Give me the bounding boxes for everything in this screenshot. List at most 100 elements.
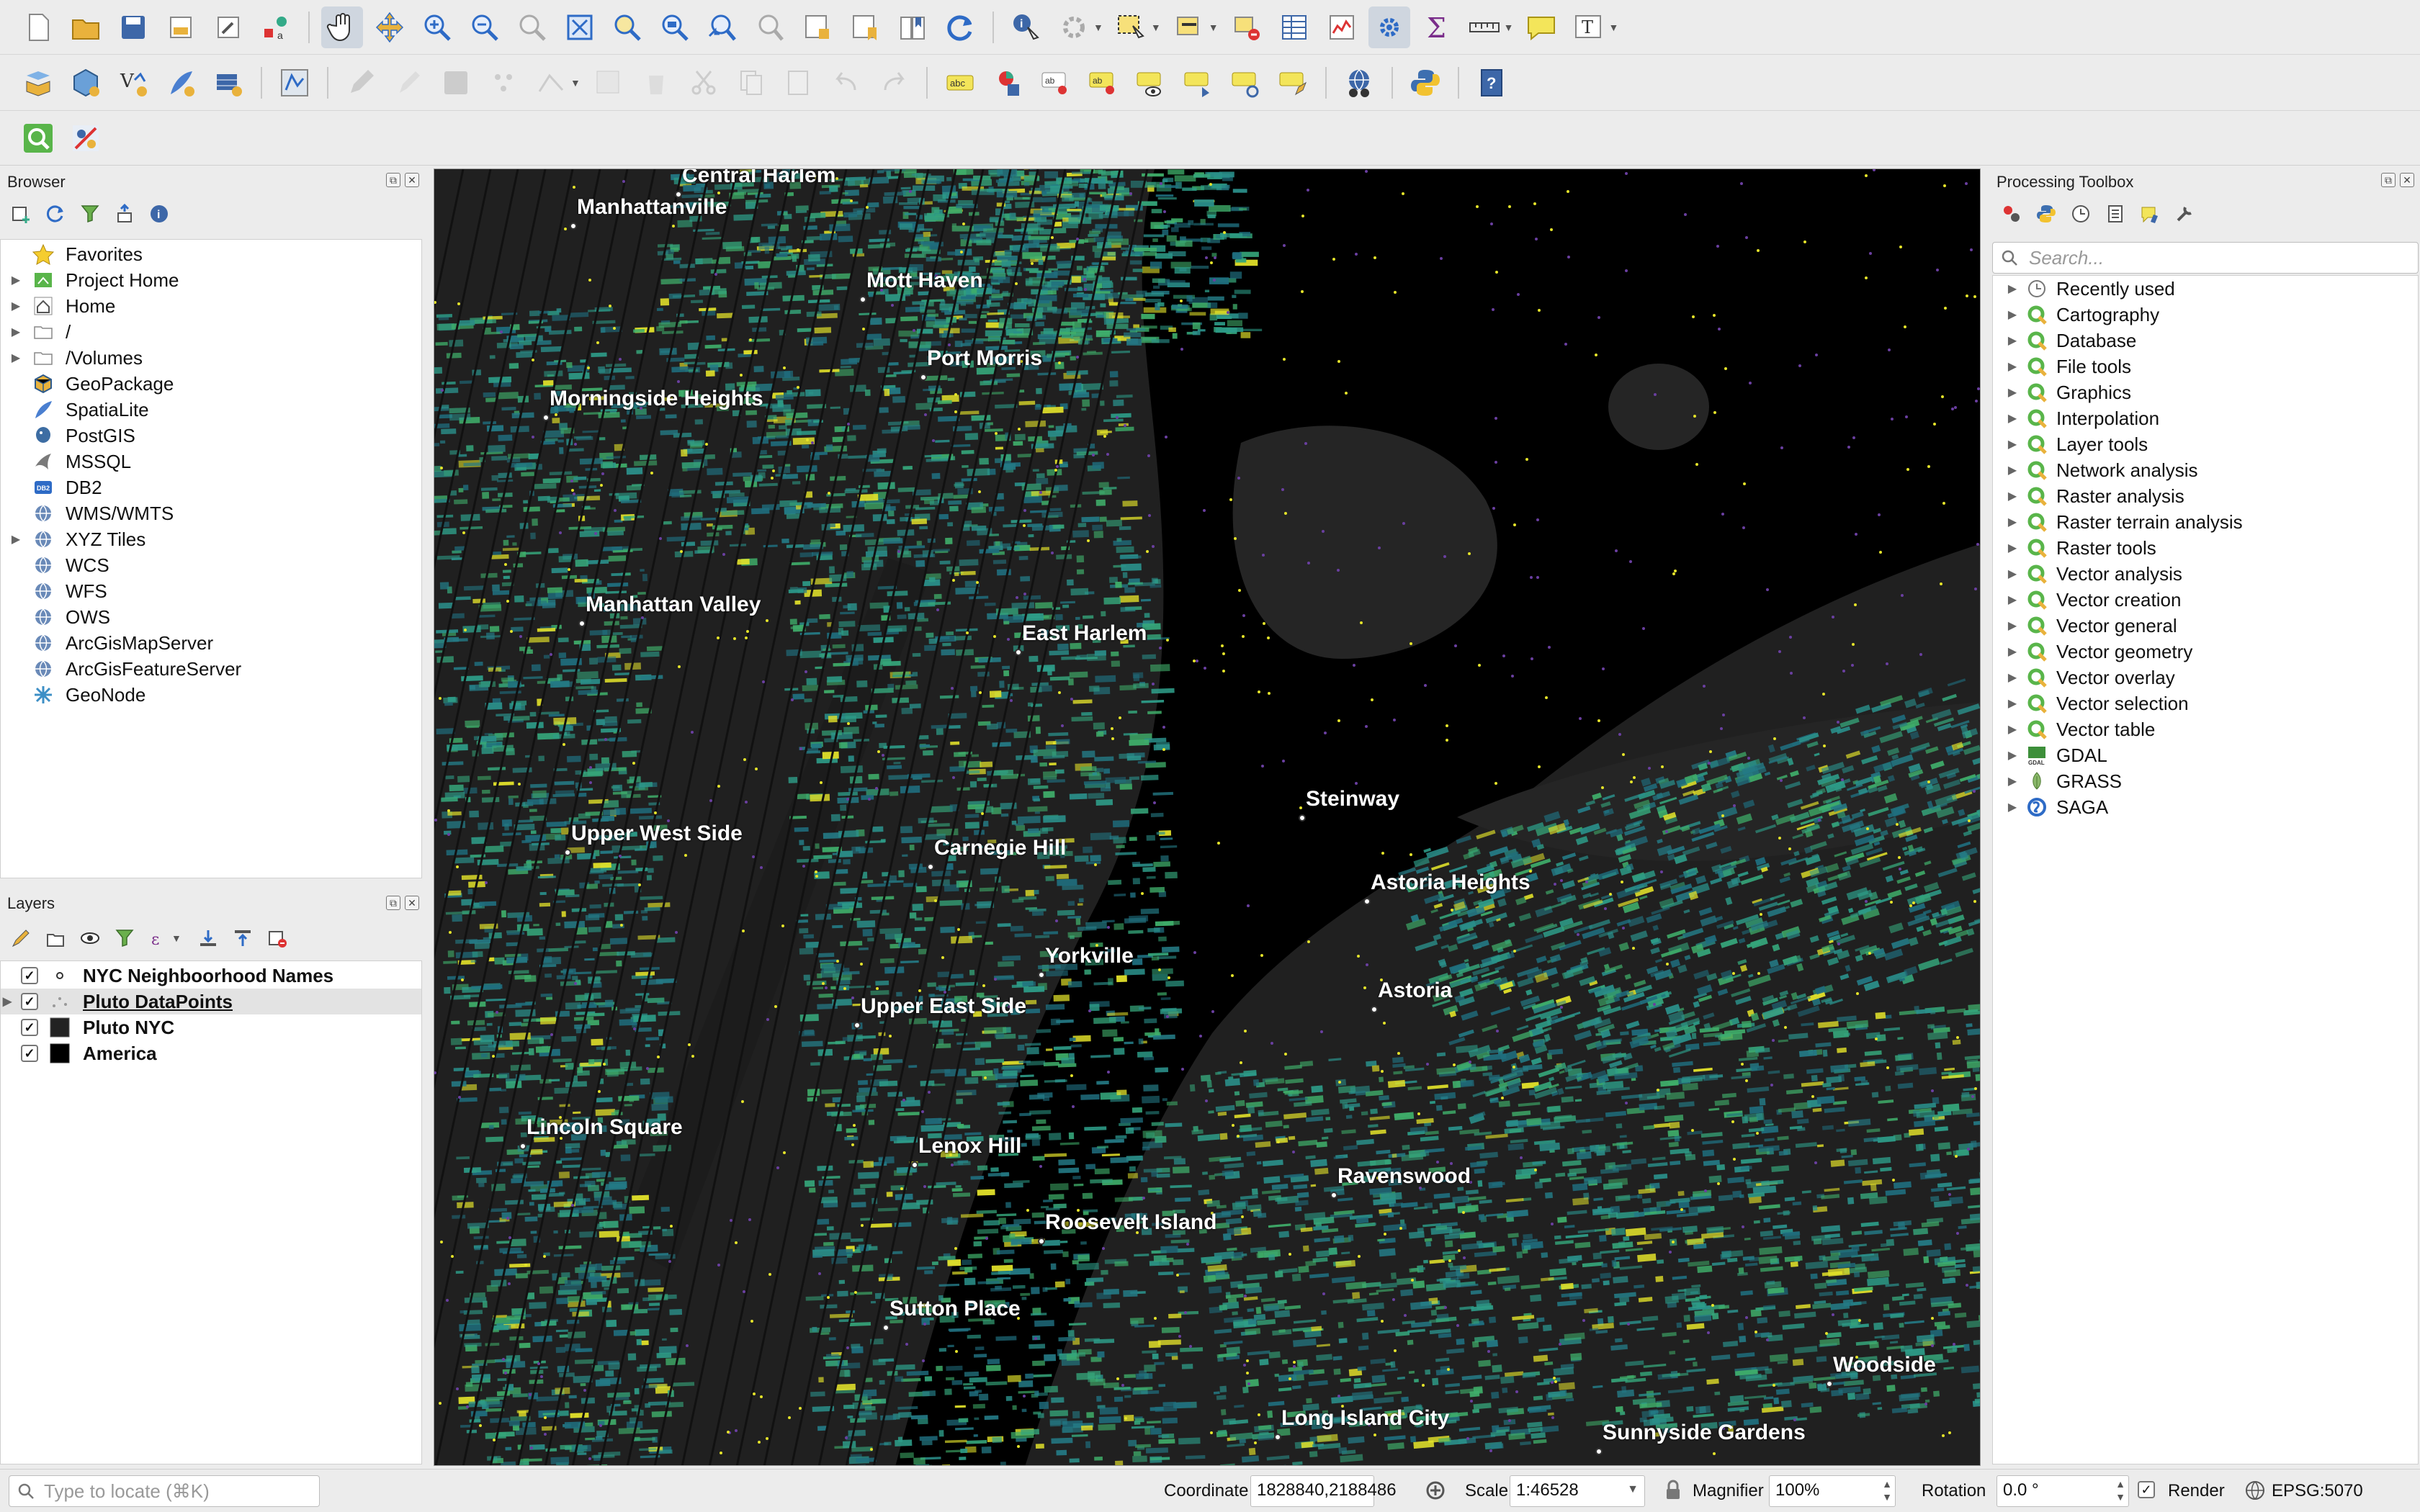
manage-visibility-icon[interactable] xyxy=(78,926,102,950)
toolbox-item-grass[interactable]: ▶ GRASS xyxy=(2003,768,2243,794)
expand-all-icon[interactable] xyxy=(196,926,220,950)
chevron-down-icon[interactable]: ▼ xyxy=(1151,22,1161,33)
toolbox-item-vector-table[interactable]: ▶ Vector table xyxy=(2003,716,2243,742)
zoom-next-icon[interactable] xyxy=(749,6,791,48)
pin-labels-icon[interactable]: ab xyxy=(1034,62,1076,104)
expand-arrow-icon[interactable]: ▶ xyxy=(2003,489,2022,503)
new-geopackage-layer-icon[interactable] xyxy=(65,62,107,104)
toolbox-item-database[interactable]: ▶ Database xyxy=(2003,328,2243,354)
zoom-native-icon[interactable] xyxy=(511,6,553,48)
attribute-table-icon[interactable] xyxy=(1273,6,1315,48)
toggle-extents-icon[interactable] xyxy=(1423,1478,1448,1503)
browser-item-xyz-tiles[interactable]: ▶ XYZ Tiles xyxy=(6,526,241,552)
info-icon[interactable]: i xyxy=(147,202,171,226)
options-icon[interactable] xyxy=(2172,202,2197,226)
new-shapefile-layer-icon[interactable]: V xyxy=(112,62,154,104)
scale-field[interactable]: 1:46528 ▼ xyxy=(1510,1475,1645,1507)
field-calculator-icon[interactable] xyxy=(1321,6,1363,48)
paste-features-icon[interactable] xyxy=(778,62,820,104)
show-hide-labels-icon[interactable] xyxy=(1129,62,1171,104)
expand-arrow-icon[interactable]: ▶ xyxy=(2003,618,2022,633)
save-edits-icon[interactable] xyxy=(435,62,477,104)
crs-globe-icon[interactable] xyxy=(2244,1480,2266,1501)
expand-arrow-icon[interactable]: ▶ xyxy=(2003,748,2022,762)
expand-arrow-icon[interactable]: ▶ xyxy=(2003,593,2022,607)
toolbox-item-interpolation[interactable]: ▶ Interpolation xyxy=(2003,405,2243,431)
filter-legend-icon[interactable] xyxy=(112,926,137,950)
expand-arrow-icon[interactable]: ▶ xyxy=(2003,307,2022,322)
new-map-view-icon[interactable] xyxy=(797,6,838,48)
deselect-all-icon[interactable] xyxy=(1226,6,1268,48)
toolbox-item-graphics[interactable]: ▶ Graphics xyxy=(2003,379,2243,405)
zoom-last-icon[interactable] xyxy=(702,6,743,48)
browser-item-geopackage[interactable]: GeoPackage xyxy=(6,371,241,397)
chevron-down-icon[interactable]: ▼ xyxy=(1093,22,1103,33)
zoom-to-layer-icon[interactable] xyxy=(654,6,696,48)
add-selected-layers-icon[interactable] xyxy=(9,202,33,226)
toolbox-item-raster-analysis[interactable]: ▶ Raster analysis xyxy=(2003,483,2243,509)
chevron-down-icon[interactable]: ▼ xyxy=(1504,22,1514,33)
undo-icon[interactable] xyxy=(825,62,867,104)
chevron-down-icon[interactable]: ▼ xyxy=(1608,22,1618,33)
expand-arrow-icon[interactable]: ▶ xyxy=(2003,385,2022,400)
new-bookmark-icon[interactable] xyxy=(844,6,886,48)
new-spatialite-layer-icon[interactable] xyxy=(160,62,202,104)
float-panel-icon[interactable]: ⧉ xyxy=(386,896,400,910)
browser-item-mssql[interactable]: MSSQL xyxy=(6,449,241,474)
data-source-manager-icon[interactable] xyxy=(17,62,59,104)
toolbox-item-vector-overlay[interactable]: ▶ Vector overlay xyxy=(2003,665,2243,690)
crs-label[interactable]: EPSG:5070 xyxy=(2272,1481,2363,1501)
filter-by-expression-icon[interactable]: ε xyxy=(147,926,171,950)
qgis-search-plugin-icon[interactable] xyxy=(17,117,59,159)
zoom-in-icon[interactable] xyxy=(416,6,458,48)
map-tips-icon[interactable] xyxy=(1520,6,1562,48)
expand-arrow-icon[interactable]: ▶ xyxy=(6,325,25,339)
expand-arrow-icon[interactable]: ▶ xyxy=(2003,644,2022,659)
browser-item-home[interactable]: ▶ Home xyxy=(6,293,241,319)
cut-features-icon[interactable] xyxy=(683,62,725,104)
toolbox-item-vector-analysis[interactable]: ▶ Vector analysis xyxy=(2003,561,2243,587)
layer-america[interactable]: ✓ America xyxy=(1,1040,421,1066)
edit-features-in-place-icon[interactable] xyxy=(2138,202,2162,226)
toolbox-item-vector-geometry[interactable]: ▶ Vector geometry xyxy=(2003,639,2243,665)
toolbox-item-layer-tools[interactable]: ▶ Layer tools xyxy=(2003,431,2243,457)
float-panel-icon[interactable]: ⧉ xyxy=(386,173,400,187)
lock-scale-icon[interactable] xyxy=(1661,1478,1685,1503)
toolbox-item-saga[interactable]: ▶ SAGA xyxy=(2003,794,2243,820)
digitize-with-segment-icon[interactable] xyxy=(274,62,315,104)
layer-diagram-icon[interactable] xyxy=(987,62,1028,104)
expand-arrow-icon[interactable]: ▶ xyxy=(2003,670,2022,685)
statistical-summary-icon[interactable]: Σ xyxy=(1416,6,1458,48)
run-feature-action-icon[interactable] xyxy=(1053,6,1095,48)
render-checkbox[interactable]: ✓ xyxy=(2138,1481,2155,1498)
select-by-value-icon[interactable] xyxy=(1168,6,1210,48)
chevron-down-icon[interactable]: ▼ xyxy=(1209,22,1219,33)
history-icon[interactable] xyxy=(2069,202,2093,226)
pan-map-icon[interactable] xyxy=(321,6,363,48)
toolbox-item-cartography[interactable]: ▶ Cartography xyxy=(2003,302,2243,328)
browser-item-volumes[interactable]: ▶ /Volumes xyxy=(6,345,241,371)
delete-selected-icon[interactable] xyxy=(635,62,677,104)
expand-arrow-icon[interactable]: ▶ xyxy=(6,351,25,365)
float-panel-icon[interactable]: ⧉ xyxy=(2381,173,2396,187)
python-console-icon[interactable] xyxy=(1404,62,1446,104)
modify-attributes-icon[interactable] xyxy=(588,62,629,104)
layer-visibility-checkbox[interactable]: ✓ xyxy=(21,1045,38,1062)
scripts-icon[interactable] xyxy=(2034,202,2058,226)
expand-arrow-icon[interactable]: ▶ xyxy=(2003,774,2022,788)
change-label-icon[interactable] xyxy=(1272,62,1314,104)
georeferencer-icon[interactable] xyxy=(1338,62,1380,104)
expand-arrow-icon[interactable]: ▶ xyxy=(2003,333,2022,348)
expand-arrow-icon[interactable]: ▶ xyxy=(2003,567,2022,581)
toolbox-item-raster-tools[interactable]: ▶ Raster tools xyxy=(2003,535,2243,561)
toolbox-item-raster-terrain-analysis[interactable]: ▶ Raster terrain analysis xyxy=(2003,509,2243,535)
spinner-arrows-icon[interactable]: ▲ ▼ xyxy=(2115,1477,2125,1503)
rotate-label-icon[interactable] xyxy=(1224,62,1266,104)
toolbox-item-file-tools[interactable]: ▶ File tools xyxy=(2003,354,2243,379)
layout-manager-icon[interactable] xyxy=(207,6,249,48)
vertex-tool-icon[interactable] xyxy=(530,62,572,104)
copy-features-icon[interactable] xyxy=(730,62,772,104)
spinner-arrows-icon[interactable]: ▲ ▼ xyxy=(1882,1477,1892,1503)
browser-item-arcgismapserver[interactable]: ArcGisMapServer xyxy=(6,630,241,656)
zoom-to-selection-icon[interactable] xyxy=(606,6,648,48)
